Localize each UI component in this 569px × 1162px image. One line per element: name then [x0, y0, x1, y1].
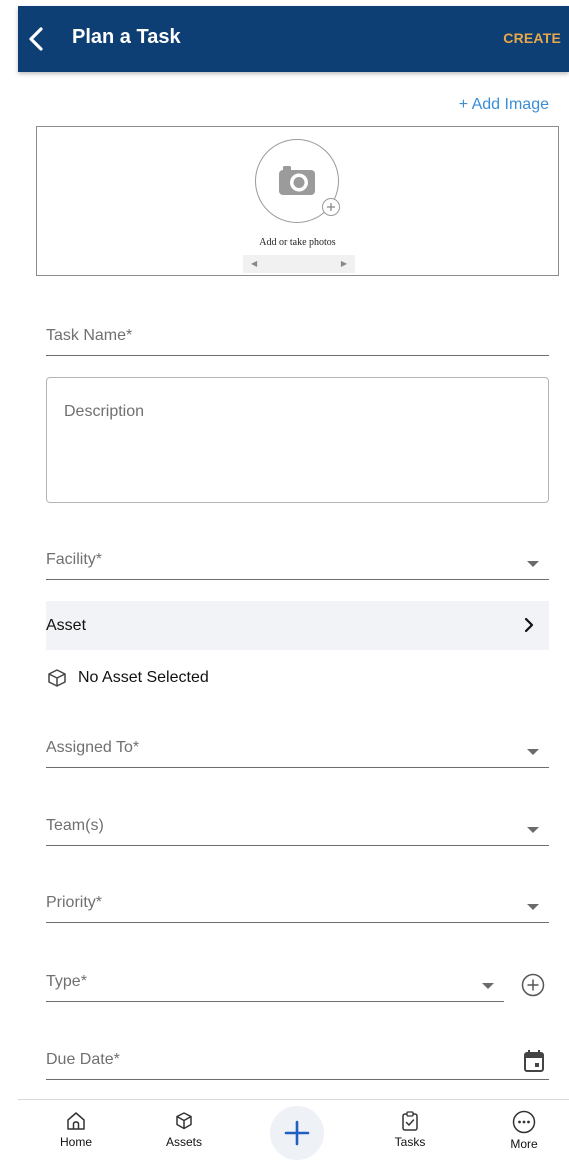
asset-label: Asset	[46, 617, 87, 634]
page-title: Plan a Task	[72, 26, 181, 48]
priority-select[interactable]: Priority*	[46, 881, 549, 923]
scroll-left-icon[interactable]: ◀	[251, 259, 257, 268]
scroll-right-icon[interactable]: ▶	[341, 259, 347, 268]
no-asset-indicator: No Asset Selected	[46, 667, 209, 689]
nav-more[interactable]: More	[494, 1110, 554, 1151]
home-icon	[67, 1112, 85, 1130]
facility-select[interactable]: Facility*	[46, 538, 549, 580]
nav-tasks[interactable]: Tasks	[380, 1110, 440, 1149]
dropdown-arrow-icon	[527, 904, 539, 910]
add-type-icon[interactable]	[521, 973, 545, 997]
description-field[interactable]: Description	[46, 377, 549, 503]
plus-badge-icon	[322, 198, 340, 216]
photo-scrollbar[interactable]: ◀ ▶	[243, 255, 355, 273]
back-button[interactable]	[24, 24, 48, 54]
bottom-nav: Home Assets Tasks More	[18, 1099, 569, 1162]
asset-selector[interactable]: Asset	[46, 601, 549, 650]
chevron-right-icon	[524, 617, 534, 633]
clipboard-check-icon	[402, 1111, 418, 1131]
chevron-left-icon	[29, 27, 43, 51]
priority-placeholder: Priority*	[46, 894, 103, 911]
teams-select[interactable]: Team(s)	[46, 804, 549, 846]
due-date-field[interactable]: Due Date*	[46, 1038, 549, 1080]
more-dots-icon	[512, 1110, 536, 1134]
nav-assets[interactable]: Assets	[154, 1110, 214, 1149]
task-name-placeholder: Task Name*	[46, 327, 133, 344]
nav-more-label: More	[510, 1137, 538, 1151]
assigned-to-select[interactable]: Assigned To*	[46, 726, 549, 768]
dropdown-arrow-icon	[527, 749, 539, 755]
cube-icon	[48, 669, 66, 687]
dropdown-arrow-icon	[482, 983, 494, 989]
create-button[interactable]: CREATE	[503, 30, 561, 46]
calendar-icon[interactable]	[523, 1049, 545, 1073]
cube-icon	[176, 1112, 192, 1130]
task-name-field[interactable]: Task Name*	[46, 314, 549, 356]
assigned-to-placeholder: Assigned To*	[46, 739, 140, 756]
no-asset-text: No Asset Selected	[78, 669, 209, 686]
app-header: Plan a Task CREATE	[18, 6, 569, 72]
dropdown-arrow-icon	[527, 827, 539, 833]
due-date-placeholder: Due Date*	[46, 1051, 120, 1068]
facility-placeholder: Facility*	[46, 551, 103, 568]
add-photo-button[interactable]	[255, 139, 340, 223]
nav-tasks-label: Tasks	[394, 1135, 426, 1149]
photo-caption: Add or take photos	[259, 237, 336, 248]
teams-placeholder: Team(s)	[46, 817, 104, 834]
nav-home[interactable]: Home	[46, 1110, 106, 1149]
plus-icon	[284, 1120, 310, 1146]
type-select[interactable]: Type*	[46, 960, 504, 1002]
dropdown-arrow-icon	[527, 561, 539, 567]
nav-assets-label: Assets	[165, 1135, 202, 1149]
add-image-link[interactable]: + Add Image	[459, 96, 549, 114]
create-fab-button[interactable]	[270, 1106, 324, 1160]
nav-home-label: Home	[59, 1135, 92, 1149]
type-placeholder: Type*	[46, 973, 87, 990]
description-placeholder: Description	[64, 403, 145, 420]
photo-area: Add or take photos ◀ ▶	[36, 126, 559, 276]
